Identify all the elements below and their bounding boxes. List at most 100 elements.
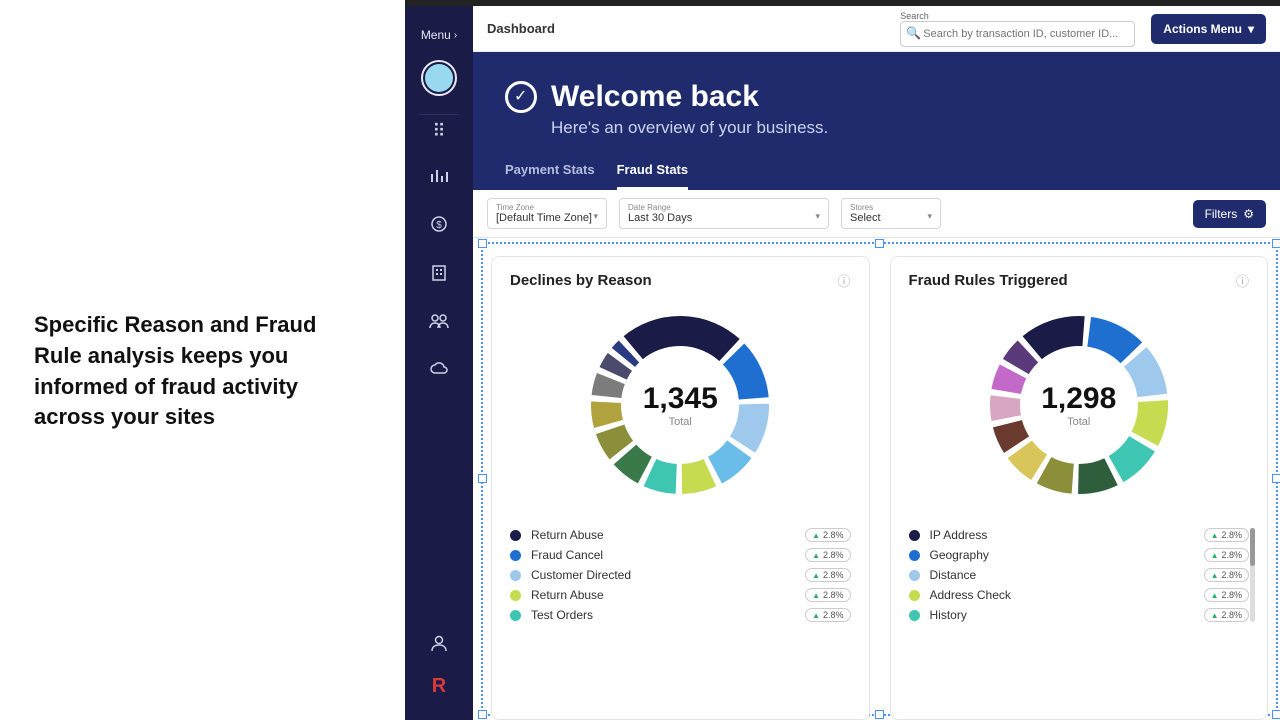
hero-subtitle: Here's an overview of your business. xyxy=(551,118,1248,138)
chevron-down-icon: ▾ xyxy=(815,211,820,222)
legend-dot xyxy=(510,590,521,601)
resize-handle[interactable] xyxy=(1272,239,1280,248)
legend: Return Abuse ▲2.8% Fraud Cancel ▲2.8% Cu… xyxy=(510,528,851,622)
info-icon[interactable]: ⓘ xyxy=(837,271,850,290)
scrollbar-thumb[interactable] xyxy=(1250,528,1255,566)
avatar[interactable] xyxy=(421,60,457,96)
search-input[interactable] xyxy=(900,21,1135,47)
resize-handle[interactable] xyxy=(875,239,884,248)
legend-row: History ▲2.8% xyxy=(909,608,1250,622)
legend-dot xyxy=(510,610,521,621)
users-icon[interactable] xyxy=(429,313,449,334)
legend-name: IP Address xyxy=(930,528,1194,542)
menu-toggle[interactable]: Menu › xyxy=(421,28,457,42)
legend-dot xyxy=(510,570,521,581)
profile-icon[interactable] xyxy=(430,634,448,657)
grid-icon[interactable]: ⠿ xyxy=(432,121,445,142)
cloud-icon[interactable] xyxy=(429,360,449,381)
actions-menu-button[interactable]: Actions Menu ▾ xyxy=(1151,14,1266,44)
arrow-up-icon: ▲ xyxy=(1211,571,1219,580)
legend: IP Address ▲2.8% Geography ▲2.8% Distanc… xyxy=(909,528,1250,622)
chevron-down-icon: ▾ xyxy=(593,211,598,222)
app-frame: Menu › ⠿ $ xyxy=(405,0,1280,720)
arrow-up-icon: ▲ xyxy=(812,531,820,540)
donut-total-label: Total xyxy=(1041,416,1116,428)
legend-dot xyxy=(909,570,920,581)
arrow-up-icon: ▲ xyxy=(812,611,820,620)
search-icon: 🔍 xyxy=(906,26,921,40)
svg-text:$: $ xyxy=(436,220,442,231)
legend-delta-badge: ▲2.8% xyxy=(805,528,850,542)
legend-dot xyxy=(909,530,920,541)
daterange-select[interactable]: Date Range Last 30 Days ▾ xyxy=(619,198,829,229)
legend-name: Return Abuse xyxy=(531,528,795,542)
search-wrap: Search 🔍 xyxy=(900,11,1135,47)
legend-row: Return Abuse ▲2.8% xyxy=(510,588,851,602)
brand-r-icon[interactable]: R xyxy=(432,675,446,698)
bars-icon[interactable] xyxy=(430,168,448,189)
daterange-label: Date Range xyxy=(628,203,820,212)
legend-dot xyxy=(909,550,920,561)
topbar: Dashboard Search 🔍 Actions Menu ▾ xyxy=(473,6,1280,52)
resize-handle[interactable] xyxy=(478,239,487,248)
legend-delta-badge: ▲2.8% xyxy=(805,588,850,602)
legend-dot xyxy=(510,550,521,561)
legend-delta-badge: ▲2.8% xyxy=(1204,548,1249,562)
donut-total-label: Total xyxy=(643,416,718,428)
legend-row: Distance ▲2.8% xyxy=(909,568,1250,582)
card-title: Fraud Rules Triggered xyxy=(909,272,1068,289)
avatar-circle xyxy=(425,64,453,92)
legend-delta-badge: ▲2.8% xyxy=(1204,528,1249,542)
filters-label: Filters xyxy=(1205,207,1238,221)
resize-handle[interactable] xyxy=(478,474,487,483)
legend-row: Customer Directed ▲2.8% xyxy=(510,568,851,582)
legend-dot xyxy=(909,610,920,621)
legend-delta-badge: ▲2.8% xyxy=(805,568,850,582)
legend-name: Distance xyxy=(930,568,1194,582)
filters-button[interactable]: Filters ⚙ xyxy=(1193,200,1266,228)
stores-select[interactable]: Stores Select ▾ xyxy=(841,198,941,229)
legend-name: Test Orders xyxy=(531,608,795,622)
hero: Welcome back Here's an overview of your … xyxy=(473,52,1280,190)
timezone-select[interactable]: Time Zone [Default Time Zone] ▾ xyxy=(487,198,607,229)
hero-logo-icon xyxy=(505,81,537,113)
legend-name: Customer Directed xyxy=(531,568,795,582)
legend-delta-badge: ▲2.8% xyxy=(1204,568,1249,582)
legend-name: History xyxy=(930,608,1194,622)
stores-value: Select xyxy=(850,212,932,224)
arrow-up-icon: ▲ xyxy=(812,591,820,600)
resize-handle[interactable] xyxy=(1272,474,1280,483)
timezone-label: Time Zone xyxy=(496,203,598,212)
resize-handle[interactable] xyxy=(1272,710,1280,719)
legend-name: Fraud Cancel xyxy=(531,548,795,562)
actions-menu-label: Actions Menu xyxy=(1163,22,1242,36)
marketing-caption: Specific Reason and Fraud Rule analysis … xyxy=(34,310,364,433)
legend-row: Geography ▲2.8% xyxy=(909,548,1250,562)
card-declines-by-reason: Declines by Reason ⓘ 1,345 Total Return … xyxy=(491,256,870,720)
donut-center: 1,345 Total xyxy=(643,382,718,428)
chevron-right-icon: › xyxy=(454,30,457,41)
legend-delta-badge: ▲2.8% xyxy=(805,608,850,622)
donut-total: 1,298 xyxy=(1041,382,1116,416)
filterbar: Time Zone [Default Time Zone] ▾ Date Ran… xyxy=(473,190,1280,238)
legend-row: Address Check ▲2.8% xyxy=(909,588,1250,602)
dollar-icon[interactable]: $ xyxy=(430,215,448,238)
scrollbar[interactable] xyxy=(1250,528,1255,622)
arrow-up-icon: ▲ xyxy=(1211,531,1219,540)
legend-row: Return Abuse ▲2.8% xyxy=(510,528,851,542)
donut-total: 1,345 xyxy=(643,382,718,416)
tabs: Payment Stats Fraud Stats xyxy=(505,162,1248,190)
building-icon[interactable] xyxy=(431,264,447,287)
tab-fraud-stats[interactable]: Fraud Stats xyxy=(617,162,689,190)
legend-name: Address Check xyxy=(930,588,1194,602)
search-label: Search xyxy=(900,11,1135,21)
tab-payment-stats[interactable]: Payment Stats xyxy=(505,162,595,190)
arrow-up-icon: ▲ xyxy=(1211,591,1219,600)
info-icon[interactable]: ⓘ xyxy=(1236,271,1249,290)
legend-delta-badge: ▲2.8% xyxy=(1204,588,1249,602)
dashboard-canvas: Declines by Reason ⓘ 1,345 Total Return … xyxy=(473,238,1280,720)
timezone-value: [Default Time Zone] xyxy=(496,212,598,224)
arrow-up-icon: ▲ xyxy=(812,551,820,560)
resize-handle[interactable] xyxy=(478,710,487,719)
nav-rail: Menu › ⠿ $ xyxy=(405,6,473,720)
